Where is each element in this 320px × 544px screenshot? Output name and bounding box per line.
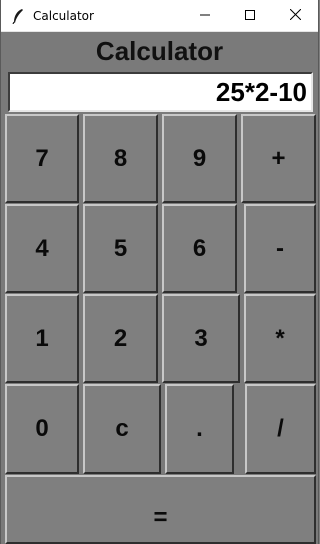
decimal-point-button[interactable]: .: [165, 384, 234, 474]
key-8[interactable]: 8: [83, 114, 158, 203]
key-3[interactable]: 3: [162, 294, 240, 383]
key-5[interactable]: 5: [83, 204, 158, 293]
divide-button[interactable]: /: [245, 384, 316, 474]
multiply-button[interactable]: *: [244, 294, 316, 383]
close-button[interactable]: [272, 0, 318, 31]
feather-icon: [11, 8, 25, 25]
close-icon: [289, 7, 301, 25]
maximize-button[interactable]: [227, 0, 273, 31]
title-bar[interactable]: Calculator: [1, 0, 318, 32]
equals-button[interactable]: =: [5, 475, 316, 544]
minimize-button[interactable]: [182, 0, 228, 31]
key-4[interactable]: 4: [5, 204, 79, 293]
key-0[interactable]: 0: [5, 384, 79, 474]
plus-button[interactable]: +: [241, 114, 316, 203]
key-6[interactable]: 6: [162, 204, 237, 293]
key-2[interactable]: 2: [83, 294, 158, 383]
clear-button[interactable]: c: [83, 384, 161, 474]
display-field[interactable]: 25*2-10: [8, 72, 313, 112]
app-heading: Calculator: [95, 36, 224, 66]
minimize-icon: [200, 7, 210, 25]
minus-button[interactable]: -: [244, 204, 316, 293]
window-title: Calculator: [33, 9, 94, 23]
key-7[interactable]: 7: [5, 114, 79, 203]
maximize-icon: [245, 7, 255, 25]
calculator-window: Calculator Calculator 25*2-10 7 8 9 + 4 …: [0, 0, 319, 544]
key-1[interactable]: 1: [5, 294, 79, 383]
key-9[interactable]: 9: [162, 114, 237, 203]
